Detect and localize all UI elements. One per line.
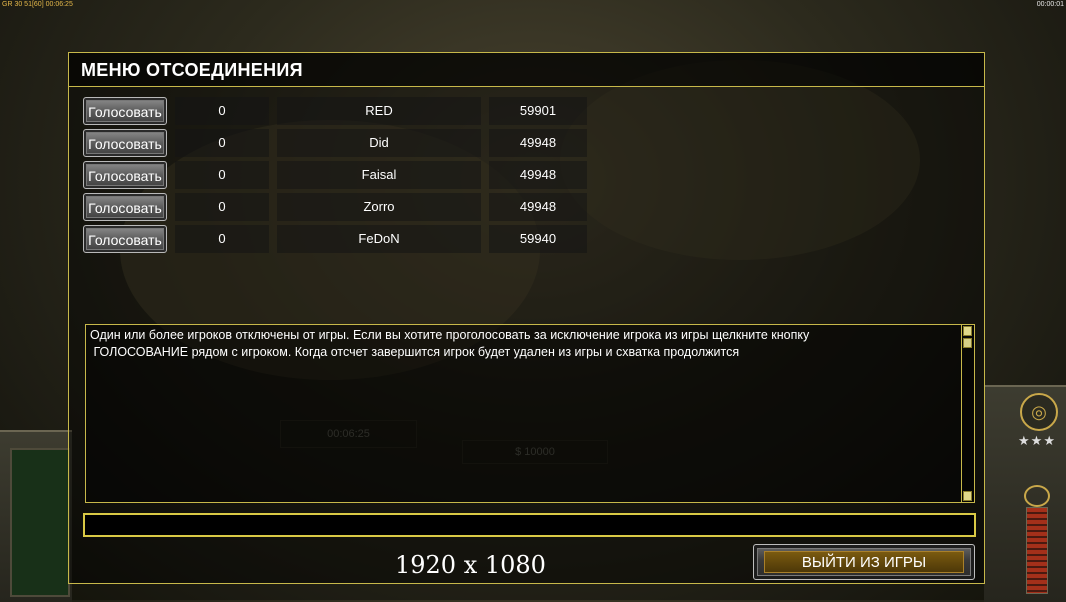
chat-input[interactable] xyxy=(83,513,976,537)
vote-button-label: Голосовать xyxy=(88,232,162,248)
radar-icon[interactable]: ◎ xyxy=(1020,393,1058,431)
player-ping: 49948 xyxy=(489,161,587,189)
message-line: ГОЛОСОВАНИЕ рядом с игроком. Когда отсче… xyxy=(90,345,740,359)
vote-button[interactable]: Голосовать xyxy=(83,129,167,157)
player-name: FeDoN xyxy=(277,225,481,253)
player-name: RED xyxy=(277,97,481,125)
exit-game-button[interactable]: ВЫЙТИ ИЗ ИГРЫ xyxy=(753,544,975,580)
player-name: Did xyxy=(277,129,481,157)
resolution-overlay: 1920 x 1080 xyxy=(395,551,546,579)
scroll-up-icon[interactable] xyxy=(963,326,972,336)
player-name: Zorro xyxy=(277,193,481,221)
vote-count: 0 xyxy=(175,129,269,157)
vote-button-label: Голосовать xyxy=(88,136,162,152)
scroll-down-icon[interactable] xyxy=(963,491,972,501)
message-text: Один или более игроков отключены от игры… xyxy=(90,327,960,361)
player-ping: 49948 xyxy=(489,129,587,157)
fps-readout: GR 30 51[60] 00:06:25 xyxy=(2,1,73,8)
exit-game-label: ВЫЙТИ ИЗ ИГРЫ xyxy=(764,551,964,573)
disconnect-menu-dialog: МЕНЮ ОТСОЕДИНЕНИЯ Голосовать 0 RED 59901… xyxy=(68,52,985,584)
message-line: Один или более игроков отключены от игры… xyxy=(90,328,810,342)
vote-count: 0 xyxy=(175,193,269,221)
dialog-title-bar: МЕНЮ ОТСОЕДИНЕНИЯ xyxy=(69,53,984,87)
power-bar xyxy=(1026,507,1048,594)
dialog-title: МЕНЮ ОТСОЕДИНЕНИЯ xyxy=(81,60,303,80)
player-row: Голосовать 0 RED 59901 xyxy=(83,97,593,125)
vote-button-label: Голосовать xyxy=(88,168,162,184)
hud-right-panel: ◎ ★★★ xyxy=(984,385,1066,602)
vote-button[interactable]: Голосовать xyxy=(83,225,167,253)
vote-count: 0 xyxy=(175,97,269,125)
rank-stars-icon: ★★★ xyxy=(1018,433,1056,448)
vote-button-label: Голосовать xyxy=(88,200,162,216)
player-ping: 59901 xyxy=(489,97,587,125)
player-ping: 59940 xyxy=(489,225,587,253)
vote-button-label: Голосовать xyxy=(88,104,162,120)
hud-left-panel xyxy=(0,430,72,602)
player-ping: 49948 xyxy=(489,193,587,221)
player-row: Голосовать 0 Zorro 49948 xyxy=(83,193,593,221)
vote-count: 0 xyxy=(175,161,269,189)
player-row: Голосовать 0 FeDoN 59940 xyxy=(83,225,593,253)
vote-count: 0 xyxy=(175,225,269,253)
game-timer: 00:00:01 xyxy=(1036,1,1064,8)
vote-button[interactable]: Голосовать xyxy=(83,161,167,189)
scroll-thumb[interactable] xyxy=(963,338,972,348)
message-box: Один или более игроков отключены от игры… xyxy=(85,324,975,503)
vote-button[interactable]: Голосовать xyxy=(83,97,167,125)
player-name: Faisal xyxy=(277,161,481,189)
player-row: Голосовать 0 Faisal 49948 xyxy=(83,161,593,189)
message-scrollbar[interactable] xyxy=(961,325,974,502)
player-row: Голосовать 0 Did 49948 xyxy=(83,129,593,157)
hud-top-bar: GR 30 51[60] 00:06:25 00:00:01 xyxy=(0,0,1066,10)
vote-button[interactable]: Голосовать xyxy=(83,193,167,221)
power-icon xyxy=(1024,485,1050,507)
hud-radar-screen xyxy=(10,448,70,597)
